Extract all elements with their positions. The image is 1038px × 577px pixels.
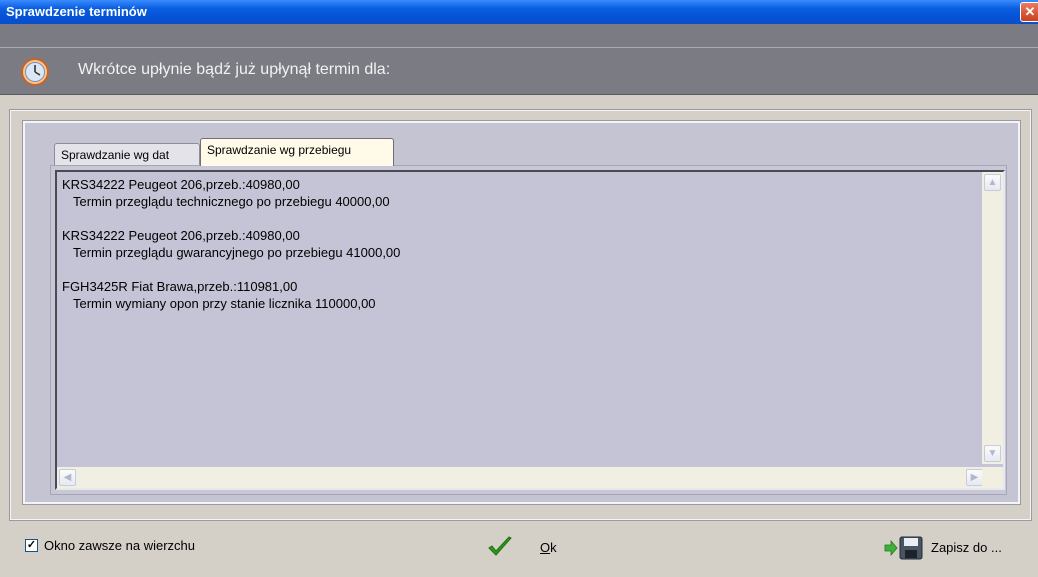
deadline-list[interactable]: KRS34222 Peugeot 206,przeb.:40980,00 Ter… (55, 170, 1005, 490)
tab-by-mileage[interactable]: Sprawdzanie wg przebiegu (200, 138, 394, 166)
ok-label-rest: k (550, 540, 557, 555)
entry-detail: Termin wymiany opon przy stanie licznika… (73, 296, 376, 311)
window-title: Sprawdzenie terminów (6, 4, 147, 19)
ok-button[interactable]: Ok (486, 534, 576, 560)
list-item[interactable]: FGH3425R Fiat Brawa,przeb.:110981,00 Ter… (62, 278, 972, 312)
ok-accelerator: O (540, 540, 551, 555)
close-icon[interactable]: ✕ (1020, 2, 1038, 22)
save-to-label: Zapisz do ... (931, 540, 1002, 555)
scroll-down-icon[interactable]: ▼ (984, 445, 1001, 462)
header-banner: Wkrótce upłynie bądź już upłynął termin … (0, 47, 1038, 95)
entry-container: KRS34222 Peugeot 206,przeb.:40980,00 Ter… (62, 176, 972, 329)
scroll-right-icon[interactable]: ▶ (966, 469, 983, 486)
clock-icon (21, 58, 49, 86)
entry-vehicle: KRS34222 Peugeot 206,przeb.:40980,00 (62, 228, 300, 243)
header-message: Wkrótce upłynie bądź już upłynął termin … (78, 61, 391, 78)
header-band (0, 24, 1038, 47)
save-disk-icon (884, 536, 923, 560)
checkmark-icon (488, 536, 512, 556)
save-to-button[interactable]: Zapisz do ... (884, 534, 1034, 562)
vertical-scrollbar[interactable]: ▲ ▼ (982, 172, 1003, 464)
entry-detail: Termin przeglądu technicznego po przebie… (73, 194, 390, 209)
horizontal-scrollbar[interactable]: ◀ ▶ (57, 467, 985, 488)
always-on-top-checkbox[interactable]: ✓ (25, 539, 38, 552)
always-on-top-label[interactable]: Okno zawsze na wierzchu (44, 538, 195, 553)
scroll-left-icon[interactable]: ◀ (59, 469, 76, 486)
title-bar: Sprawdzenie terminów ✕ (0, 0, 1038, 24)
tab-by-date[interactable]: Sprawdzanie wg dat (54, 143, 200, 165)
list-item[interactable]: KRS34222 Peugeot 206,przeb.:40980,00 Ter… (62, 176, 972, 210)
entry-vehicle: FGH3425R Fiat Brawa,przeb.:110981,00 (62, 279, 298, 294)
scroll-up-icon[interactable]: ▲ (984, 174, 1001, 191)
entry-detail: Termin przeglądu gwarancyjnego po przebi… (73, 245, 401, 260)
scrollbar-corner (982, 467, 1003, 488)
entry-vehicle: KRS34222 Peugeot 206,przeb.:40980,00 (62, 177, 300, 192)
list-item[interactable]: KRS34222 Peugeot 206,przeb.:40980,00 Ter… (62, 227, 972, 261)
ok-label: Ok (540, 540, 557, 555)
